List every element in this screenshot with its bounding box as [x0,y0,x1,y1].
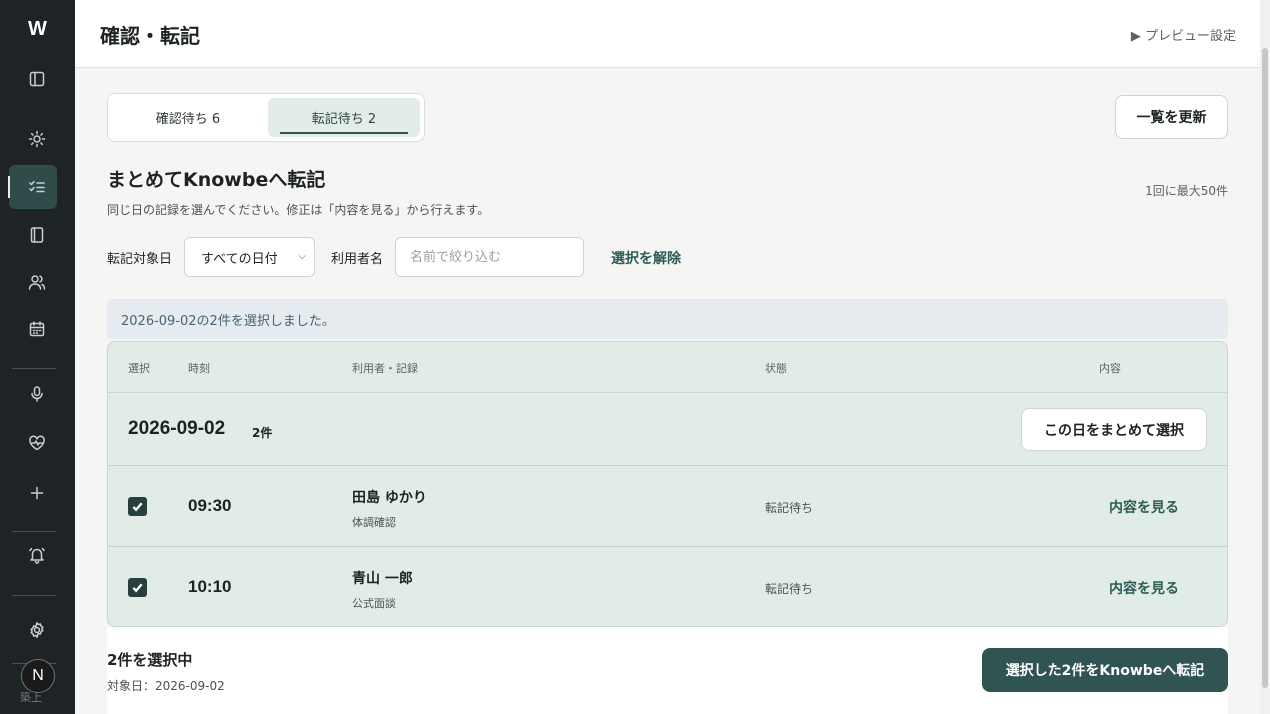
checkmark-icon [132,583,143,593]
column-header-status: 状態 [765,362,787,375]
sidebar: W 築上 N [0,0,75,714]
view-content-link[interactable]: 内容を見る [1109,578,1179,598]
sidebar-divider [12,531,56,532]
users-icon[interactable] [22,267,52,297]
date-filter-value: すべての日付 [201,251,278,267]
name-filter-input[interactable] [395,237,584,277]
selection-banner-text: 2026-09-02の2件を選択しました。 [121,313,335,329]
main-content: 確認待ち 6 転記待ち 2 一覧を更新 まとめてKnowbeへ転記 同じ日の記録… [75,69,1260,714]
heart-pulse-icon[interactable] [22,428,52,458]
date-filter-select[interactable]: すべての日付 ⌵ [184,237,315,277]
bell-icon[interactable] [22,540,52,570]
refresh-list-button[interactable]: 一覧を更新 [1115,95,1228,139]
group-count: 2件 [252,426,273,440]
chevron-down-icon: ⌵ [298,251,306,262]
row-time: 09:30 [188,496,232,515]
name-filter-label: 利用者名 [331,252,384,267]
checklist-icon[interactable] [22,172,52,202]
avatar[interactable]: N [21,659,55,693]
notebook-icon[interactable] [22,220,52,250]
sidebar-divider [12,368,56,369]
tab-pending-confirmation[interactable]: 確認待ち 6 [112,98,264,137]
date-filter-label: 転記対象日 [107,252,173,267]
selection-banner: 2026-09-02の2件を選択しました。 [107,299,1228,339]
row-checkbox[interactable] [128,578,147,597]
section-title: まとめてKnowbeへ転記 [107,169,326,191]
target-date: 対象日：2026-09-02 [107,679,225,693]
row-record-type: 体調確認 [352,516,396,529]
transcribe-to-knowbe-button[interactable]: 選択した2件をKnowbeへ転記 [982,648,1228,692]
row-user-name: 田島 ゆかり [352,490,427,506]
select-whole-day-button[interactable]: この日をまとめて選択 [1021,408,1207,451]
column-header-user: 利用者・記録 [352,362,418,375]
sidebar-active-indicator [8,176,10,198]
records-table: 選択 時刻 利用者・記録 状態 内容 2026-09-02 2件 この日をまとめ… [107,341,1228,627]
selection-footer: 2件を選択中 対象日：2026-09-02 選択した2件をKnowbeへ転記 [107,627,1228,714]
app-logo: W [28,18,47,40]
gear-icon[interactable] [22,615,52,645]
column-header-content: 内容 [1099,362,1121,375]
checkmark-icon [132,502,143,512]
table-row: 10:10 青山 一郎 公式面談 転記待ち 内容を見る [108,548,1227,626]
sidebar-divider [12,595,56,596]
microphone-icon[interactable] [22,379,52,409]
table-row: 09:30 田島 ゆかり 体調確認 転記待ち 内容を見る [108,467,1227,547]
row-status: 転記待ち [765,582,814,596]
row-user-name: 青山 一郎 [352,571,413,587]
max-count-note: 1回に最大50件 [1145,184,1228,198]
row-record-type: 公式面談 [352,597,396,610]
row-checkbox[interactable] [128,497,147,516]
section-subtitle: 同じ日の記録を選んでください。修正は「内容を見る」から行えます。 [107,203,490,217]
date-group-row: 2026-09-02 2件 この日をまとめて選択 [108,394,1227,466]
table-header: 選択 時刻 利用者・記録 状態 内容 [108,342,1227,393]
preview-settings-link[interactable]: ▶ プレビュー設定 [1131,25,1236,44]
plus-icon[interactable] [22,478,52,508]
status-tabs: 確認待ち 6 転記待ち 2 [107,93,425,142]
calendar-icon[interactable] [22,314,52,344]
sun-icon[interactable] [22,124,52,154]
scrollbar-thumb[interactable] [1262,48,1268,688]
page-title: 確認・転記 [100,24,200,48]
row-time: 10:10 [188,577,232,596]
page-header: 確認・転記 ▶ プレビュー設定 [75,0,1260,68]
panel-toggle-icon[interactable] [22,64,52,94]
column-header-time: 時刻 [188,362,210,375]
row-status: 転記待ち [765,501,814,515]
column-header-select: 選択 [128,362,150,375]
selected-count: 2件を選択中 [107,651,193,669]
group-date: 2026-09-02 [128,418,226,439]
clear-selection-link[interactable]: 選択を解除 [611,248,681,268]
active-tab-underline [280,132,408,134]
view-content-link[interactable]: 内容を見る [1109,497,1179,517]
